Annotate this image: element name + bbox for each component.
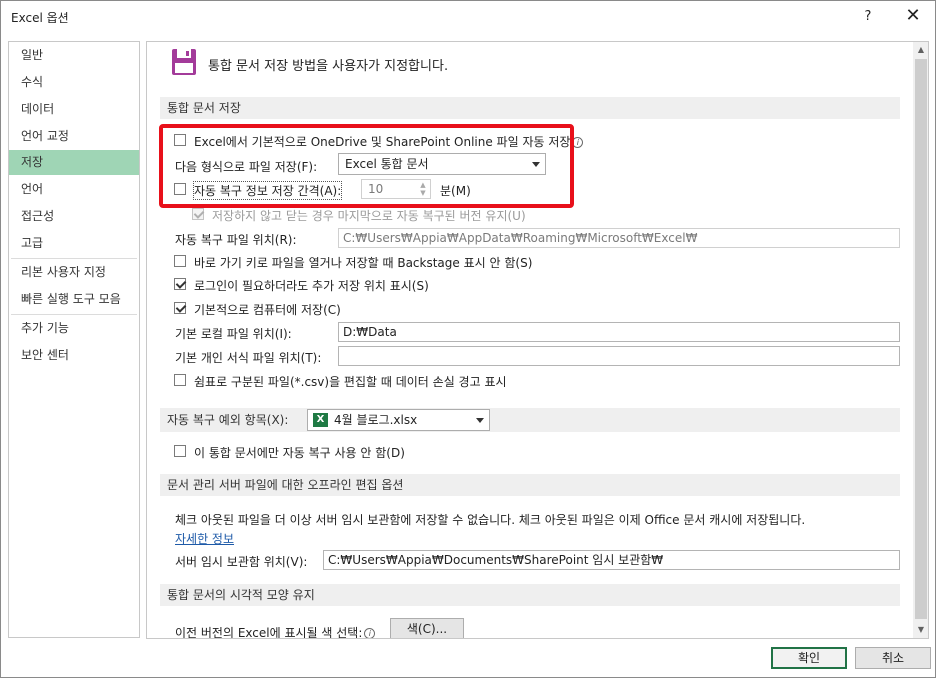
default-template-location-input[interactable] <box>338 346 900 366</box>
sidebar-item-quick-access-toolbar[interactable]: 빠른 실행 도구 모음 <box>9 287 139 312</box>
default-local-location-input[interactable]: D:₩Data <box>338 322 900 342</box>
show-additional-places-label: 로그인이 필요하더라도 추가 저장 위치 표시(S) <box>194 279 429 293</box>
sidebar-item-language[interactable]: 언어 <box>9 177 139 202</box>
sidebar-item-advanced[interactable]: 고급 <box>9 231 139 256</box>
close-button[interactable]: ✕ <box>899 5 927 29</box>
autorecover-location-label: 자동 복구 파일 위치(R): <box>175 233 297 247</box>
window-title: Excel 옵션 <box>11 11 69 25</box>
server-drafts-location-label: 서버 임시 보관함 위치(V): <box>175 555 308 569</box>
save-to-computer-checkbox[interactable] <box>174 302 186 314</box>
keep-last-version-label: 저장하지 않고 닫는 경우 마지막으로 자동 복구된 버전 유지(U) <box>212 209 526 223</box>
floppy-disk-icon <box>172 49 196 75</box>
colors-label: 이전 버전의 Excel에 표시될 색 선택: i <box>175 624 376 638</box>
server-drafts-location-input[interactable]: C:₩Users₩Appia₩Documents₩SharePoint 임시 보… <box>323 550 900 570</box>
sidebar-separator <box>11 258 137 259</box>
section-header-autorecover-exceptions: 자동 복구 예외 항목(X): <box>160 408 900 432</box>
show-additional-places-checkbox[interactable] <box>174 278 186 290</box>
category-sidebar: 일반 수식 데이터 언어 교정 저장 언어 접근성 고급 리본 사용자 지정 빠… <box>8 41 140 638</box>
sidebar-item-save[interactable]: 저장 <box>9 150 139 175</box>
page-description: 통합 문서 저장 방법을 사용자가 지정합니다. <box>208 59 449 74</box>
autorecover-location-input[interactable]: C:₩Users₩Appia₩AppData₩Roaming₩Microsoft… <box>338 228 900 248</box>
section-header-save-workbooks: 통합 문서 저장 <box>160 97 900 119</box>
title-bar: Excel 옵션 ? ✕ <box>1 1 935 33</box>
default-local-location-label: 기본 로컬 파일 위치(I): <box>175 327 292 341</box>
section-header-offline-editing: 문서 관리 서버 파일에 대한 오프라인 편집 옵션 <box>160 474 900 496</box>
disable-autorecover-label: 이 통합 문서에만 자동 복구 사용 안 함(D) <box>194 446 405 460</box>
sidebar-item-formulas[interactable]: 수식 <box>9 70 139 95</box>
info-icon: i <box>572 137 584 148</box>
help-button[interactable]: ? <box>856 5 880 29</box>
info-icon: i <box>364 628 376 638</box>
keep-last-version-checkbox[interactable] <box>192 208 204 220</box>
sidebar-item-accessibility[interactable]: 접근성 <box>9 204 139 229</box>
excel-file-icon: X <box>313 413 328 427</box>
section-header-visual-appearance: 통합 문서의 시각적 모양 유지 <box>160 584 900 606</box>
no-backstage-label: 바로 가기 키로 파일을 열거나 저장할 때 Backstage 표시 안 함(… <box>194 256 533 270</box>
csv-warning-checkbox[interactable] <box>174 374 186 386</box>
ok-button[interactable]: 확인 <box>771 647 847 669</box>
scroll-down-icon[interactable]: ▼ <box>913 622 928 638</box>
colors-button[interactable]: 색(C)... <box>390 618 464 638</box>
no-backstage-checkbox[interactable] <box>174 255 186 267</box>
sidebar-item-proofing[interactable]: 언어 교정 <box>9 124 139 149</box>
highlight-annotation <box>159 124 574 208</box>
sidebar-item-trust-center[interactable]: 보안 센터 <box>9 343 139 368</box>
chevron-down-icon <box>476 418 484 423</box>
sidebar-item-general[interactable]: 일반 <box>9 43 139 68</box>
scrollbar-thumb[interactable] <box>915 59 927 619</box>
csv-warning-label: 쉼표로 구분된 파일(*.csv)을 편집할 때 데이터 손실 경고 표시 <box>194 375 507 389</box>
excel-options-dialog: Excel 옵션 ? ✕ 일반 수식 데이터 언어 교정 저장 언어 접근성 고… <box>0 0 936 678</box>
scroll-up-icon[interactable]: ▲ <box>913 42 928 58</box>
autorecover-workbook-dropdown[interactable]: X 4월 블로그.xlsx <box>307 409 490 431</box>
save-to-computer-label: 기본적으로 컴퓨터에 저장(C) <box>194 303 341 317</box>
offline-editing-description: 체크 아웃된 파일을 더 이상 서버 임시 보관함에 저장할 수 없습니다. 체… <box>175 513 806 527</box>
sidebar-separator <box>11 314 137 315</box>
learn-more-link[interactable]: 자세한 정보 <box>175 530 234 547</box>
default-template-location-label: 기본 개인 서식 파일 위치(T): <box>175 351 322 365</box>
autorecover-exceptions-label: 자동 복구 예외 항목(X): <box>167 413 289 427</box>
autorecover-workbook-value: 4월 블로그.xlsx <box>334 413 418 427</box>
sidebar-item-data[interactable]: 데이터 <box>9 97 139 122</box>
sidebar-item-add-ins[interactable]: 추가 기능 <box>9 316 139 341</box>
disable-autorecover-checkbox[interactable] <box>174 445 186 457</box>
cancel-button[interactable]: 취소 <box>855 647 931 669</box>
sidebar-item-customize-ribbon[interactable]: 리본 사용자 지정 <box>9 260 139 285</box>
vertical-scrollbar[interactable]: ▲ ▼ <box>913 42 928 638</box>
